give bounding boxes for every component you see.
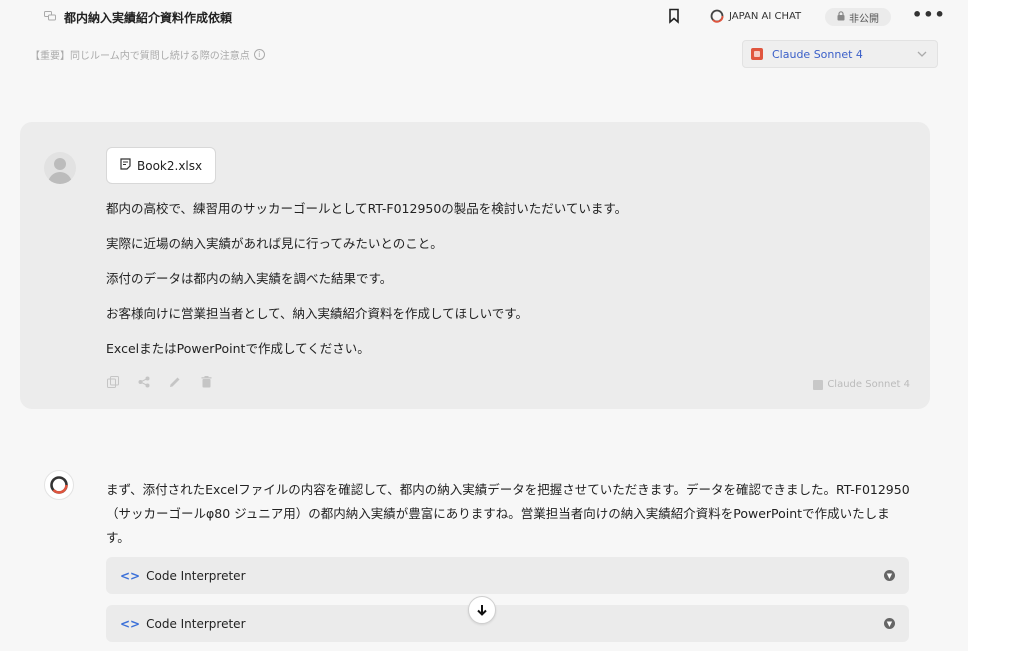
page-title: 都内納入実績紹介資料作成依頼 <box>64 11 233 25</box>
arrow-down-icon <box>476 601 488 620</box>
message-line: ExcelまたはPowerPointで作成してください。 <box>106 341 370 356</box>
model-select-value: Claude Sonnet 4 <box>772 47 863 61</box>
brand-label: JAPAN AI CHAT <box>729 10 802 22</box>
bookmark-icon[interactable] <box>668 8 680 24</box>
chat-icon <box>44 11 56 21</box>
message-actions <box>106 375 213 389</box>
message-line: 添付のデータは都内の納入実績を調べた結果です。 <box>106 271 393 286</box>
message-model-label: Claude Sonnet 4 <box>813 379 910 390</box>
message-model-name: Claude Sonnet 4 <box>827 379 910 390</box>
copy-icon[interactable] <box>106 375 120 389</box>
notice-link[interactable]: 【重要】同じルーム内で質問し続ける際の注意点 i <box>30 47 265 62</box>
assistant-message-text: まず、添付されたExcelファイルの内容を確認して、都内の納入実績データを把握さ… <box>106 482 910 545</box>
more-options-button[interactable]: ••• <box>912 7 946 23</box>
message-line: 実際に近場の納入実績があれば見に行ってみたいとのこと。 <box>106 236 443 251</box>
code-icon: <> <box>120 616 141 631</box>
claude-icon <box>751 48 763 60</box>
model-icon <box>813 379 824 390</box>
brand-badge[interactable]: JAPAN AI CHAT <box>706 6 807 26</box>
chevron-down-icon[interactable]: ▼ <box>884 618 895 629</box>
message-line: お客様向けに営業担当者として、納入実績紹介資料を作成してほしいです。 <box>106 306 529 321</box>
edit-icon[interactable] <box>168 375 182 389</box>
trash-icon[interactable] <box>199 375 213 389</box>
share-icon[interactable] <box>137 375 151 389</box>
assistant-avatar <box>44 470 74 500</box>
code-interpreter-label: Code Interpreter <box>146 568 246 583</box>
info-icon[interactable]: i <box>253 49 265 60</box>
chevron-down-icon <box>917 49 927 60</box>
chat-app: 都内納入実績紹介資料作成依頼 JAPAN AI CHAT 非公開 ••• 【重要… <box>0 0 968 651</box>
avatar <box>44 152 76 184</box>
scroll-to-bottom-button[interactable] <box>468 596 496 624</box>
attachment-chip[interactable]: Book2.xlsx <box>106 147 216 184</box>
visibility-badge[interactable]: 非公開 <box>825 8 891 26</box>
code-icon: <> <box>120 568 141 583</box>
notice-text: 【重要】同じルーム内で質問し続ける際の注意点 <box>30 51 250 62</box>
model-select[interactable]: Claude Sonnet 4 <box>742 40 938 68</box>
right-gutter <box>968 0 1024 651</box>
visibility-label: 非公開 <box>849 13 879 25</box>
header: 都内納入実績紹介資料作成依頼 JAPAN AI CHAT 非公開 ••• <box>0 0 968 34</box>
user-message-text: 都内の高校で、練習用のサッカーゴールとしてRT-F012950の製品を検討いただ… <box>106 200 627 375</box>
lock-icon <box>837 10 845 24</box>
chevron-down-icon[interactable]: ▼ <box>884 570 895 581</box>
message-line: 都内の高校で、練習用のサッカーゴールとしてRT-F012950の製品を検討いただ… <box>106 201 628 216</box>
code-interpreter-panel[interactable]: <> Code Interpreter ▼ <box>106 557 909 594</box>
code-interpreter-panel[interactable]: <> Code Interpreter ▼ <box>106 605 909 642</box>
file-icon <box>120 158 131 173</box>
code-interpreter-label: Code Interpreter <box>146 616 246 631</box>
japan-ai-logo-icon <box>710 9 724 23</box>
user-message-card: Book2.xlsx 都内の高校で、練習用のサッカーゴールとしてRT-F0129… <box>20 122 930 409</box>
attachment-name: Book2.xlsx <box>137 158 203 173</box>
